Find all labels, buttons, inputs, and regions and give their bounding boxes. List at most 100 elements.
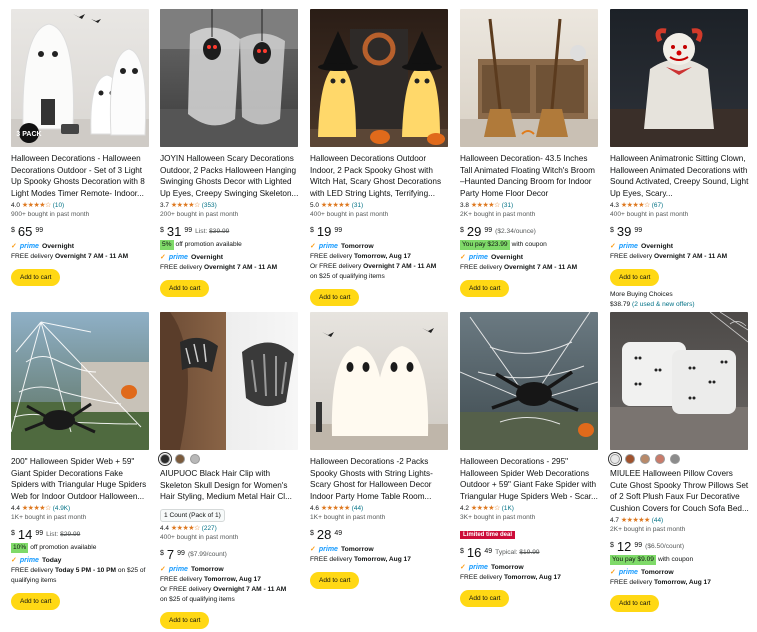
color-swatch[interactable] bbox=[608, 452, 622, 466]
product-image[interactable] bbox=[460, 312, 598, 450]
product-image[interactable] bbox=[310, 312, 448, 450]
color-swatches[interactable] bbox=[608, 452, 750, 466]
product-card[interactable]: MIULEE Halloween Pillow Covers Cute Ghos… bbox=[608, 312, 750, 612]
rating[interactable]: 4.0 ★★★★☆ (10) bbox=[11, 201, 151, 210]
rating[interactable]: 4.4 ★★★★☆ (4.9K) bbox=[11, 504, 151, 513]
product-title[interactable]: Halloween Decorations -2 Packs Spooky Gh… bbox=[310, 456, 450, 502]
rating[interactable]: 3.8 ★★★★☆ (31) bbox=[460, 201, 600, 210]
add-to-cart-button[interactable]: Add to cart bbox=[11, 593, 61, 610]
price[interactable]: $28 49 bbox=[310, 528, 450, 542]
string-light-ghost-image bbox=[310, 328, 448, 450]
review-count[interactable]: (44) bbox=[352, 504, 363, 513]
rating[interactable]: 5.0 ★★★★★ (31) bbox=[310, 201, 450, 210]
product-title[interactable]: 200" Halloween Spider Web + 59" Giant Sp… bbox=[11, 456, 151, 502]
add-to-cart-button[interactable]: Add to cart bbox=[11, 269, 61, 286]
prime-logo: prime bbox=[168, 254, 188, 261]
add-to-cart-button[interactable]: Add to cart bbox=[160, 612, 210, 629]
review-count[interactable]: (227) bbox=[202, 524, 217, 533]
product-title[interactable]: Halloween Decorations - Halloween Decora… bbox=[11, 153, 151, 199]
star-rating-icon: ★★★★☆ bbox=[470, 505, 500, 512]
rating[interactable]: 4.7 ★★★★★ (44) bbox=[610, 516, 750, 525]
product-image[interactable] bbox=[160, 312, 298, 450]
review-count[interactable]: (31) bbox=[352, 201, 363, 210]
color-swatches[interactable] bbox=[158, 452, 300, 466]
product-image[interactable] bbox=[460, 9, 598, 147]
review-count[interactable]: (1K) bbox=[502, 504, 514, 513]
product-card[interactable]: Halloween Animatronic Sitting Clown, Hal… bbox=[610, 9, 750, 310]
product-image[interactable]: 3 PACK bbox=[11, 9, 149, 147]
rating[interactable]: 4.3 ★★★★☆ (67) bbox=[610, 201, 750, 210]
clown-image bbox=[610, 28, 748, 147]
product-card[interactable]: Halloween Decorations Outdoor Indoor, 2 … bbox=[310, 9, 450, 306]
add-to-cart-button[interactable]: Add to cart bbox=[160, 280, 210, 297]
product-image[interactable] bbox=[610, 312, 748, 450]
product-title[interactable]: Halloween Animatronic Sitting Clown, Hal… bbox=[610, 153, 750, 199]
size-selector[interactable]: 1 Count (Pack of 1) bbox=[160, 509, 225, 522]
review-count[interactable]: (4.9K) bbox=[53, 504, 70, 513]
price[interactable]: $19 99 bbox=[310, 225, 450, 239]
price[interactable]: $39 99 bbox=[610, 225, 750, 239]
price[interactable]: $29 99 ($2.34/ounce) bbox=[460, 225, 600, 239]
product-title[interactable]: Halloween Decorations Outdoor Indoor, 2 … bbox=[310, 153, 450, 199]
product-card[interactable]: 3 PACK Halloween Decorations - Halloween… bbox=[11, 9, 151, 286]
delivery-info: FREE delivery Overnight 7 AM - 11 AM bbox=[460, 264, 578, 271]
add-to-cart-button[interactable]: Add to cart bbox=[460, 590, 510, 607]
typical-price: Typical: $19.99 bbox=[495, 549, 540, 556]
promotion: 5% off promotion available bbox=[160, 240, 242, 250]
price[interactable]: $65 99 bbox=[11, 225, 151, 239]
product-title[interactable]: Halloween Decoration- 43.5 Inches Tall A… bbox=[460, 153, 600, 199]
promotion: 10% off promotion available bbox=[11, 543, 97, 553]
product-image[interactable] bbox=[160, 9, 298, 147]
color-swatch[interactable] bbox=[670, 454, 680, 464]
delivery-info: FREE delivery Tomorrow, Aug 17 bbox=[310, 253, 411, 260]
rating[interactable]: 3.7 ★★★★☆ (353) bbox=[160, 201, 300, 210]
color-swatch[interactable] bbox=[190, 454, 200, 464]
product-card[interactable]: Halloween Decorations - 295" Halloween S… bbox=[460, 312, 600, 607]
add-to-cart-button[interactable]: Add to cart bbox=[610, 595, 660, 612]
product-image[interactable] bbox=[610, 9, 748, 147]
price[interactable]: $7 99 ($7.99/count) bbox=[160, 548, 300, 562]
product-card[interactable]: 200" Halloween Spider Web + 59" Giant Sp… bbox=[11, 312, 151, 610]
delivery-alt: Or FREE delivery Overnight 7 AM - 11 AM bbox=[310, 263, 437, 270]
color-swatch[interactable] bbox=[158, 452, 172, 466]
review-count[interactable]: (44) bbox=[652, 516, 663, 525]
product-card[interactable]: Halloween Decoration- 43.5 Inches Tall A… bbox=[460, 9, 600, 297]
price[interactable]: $14 99 List: $29.99 bbox=[11, 528, 151, 542]
product-image[interactable] bbox=[310, 9, 448, 147]
product-card[interactable]: Halloween Decorations -2 Packs Spooky Gh… bbox=[310, 312, 450, 589]
prime-delivery: ✓ prime Overnight bbox=[11, 243, 75, 250]
used-new-offers-link[interactable]: (2 used & new offers) bbox=[632, 301, 695, 308]
promo-badge: 5% bbox=[160, 240, 174, 250]
add-to-cart-button[interactable]: Add to cart bbox=[460, 280, 510, 297]
price[interactable]: $12 99 ($6.50/count) bbox=[610, 540, 750, 554]
product-title[interactable]: Halloween Decorations - 295" Halloween S… bbox=[460, 456, 600, 502]
color-swatch[interactable] bbox=[175, 454, 185, 464]
color-swatch[interactable] bbox=[655, 454, 665, 464]
prime-delivery: ✓ prime Tomorrow bbox=[610, 569, 674, 576]
bought-count: 2K+ bought in past month bbox=[610, 526, 686, 533]
price[interactable]: $16 49 Typical: $19.99 bbox=[460, 546, 600, 560]
add-to-cart-button[interactable]: Add to cart bbox=[310, 572, 360, 589]
rating-value: 4.0 bbox=[11, 202, 20, 209]
product-card[interactable]: JOYIN Halloween Scary Decorations Outdoo… bbox=[160, 9, 300, 297]
prime-check-icon: ✓ bbox=[160, 254, 166, 261]
star-rating-icon: ★★★★☆ bbox=[21, 202, 51, 209]
color-swatch[interactable] bbox=[640, 454, 650, 464]
product-image[interactable] bbox=[11, 312, 149, 450]
product-title[interactable]: JOYIN Halloween Scary Decorations Outdoo… bbox=[160, 153, 300, 199]
price[interactable]: $31 99 List: $39.99 bbox=[160, 225, 300, 239]
product-title[interactable]: AIUPUOC Black Hair Clip with Skeleton Sk… bbox=[160, 468, 300, 504]
review-count[interactable]: (353) bbox=[202, 201, 217, 210]
color-swatch[interactable] bbox=[625, 454, 635, 464]
review-count[interactable]: (31) bbox=[502, 201, 513, 210]
review-count[interactable]: (67) bbox=[652, 201, 663, 210]
add-to-cart-button[interactable]: Add to cart bbox=[310, 289, 360, 306]
product-title[interactable]: MIULEE Halloween Pillow Covers Cute Ghos… bbox=[610, 468, 750, 514]
rating[interactable]: 4.4 ★★★★☆ (227) bbox=[160, 524, 300, 533]
pillow-covers-image bbox=[610, 312, 748, 450]
review-count[interactable]: (10) bbox=[53, 201, 64, 210]
rating[interactable]: 4.2 ★★★★☆ (1K) bbox=[460, 504, 600, 513]
add-to-cart-button[interactable]: Add to cart bbox=[610, 269, 660, 286]
product-card[interactable]: AIUPUOC Black Hair Clip with Skeleton Sk… bbox=[158, 312, 300, 629]
rating[interactable]: 4.6 ★★★★★ (44) bbox=[310, 504, 450, 513]
